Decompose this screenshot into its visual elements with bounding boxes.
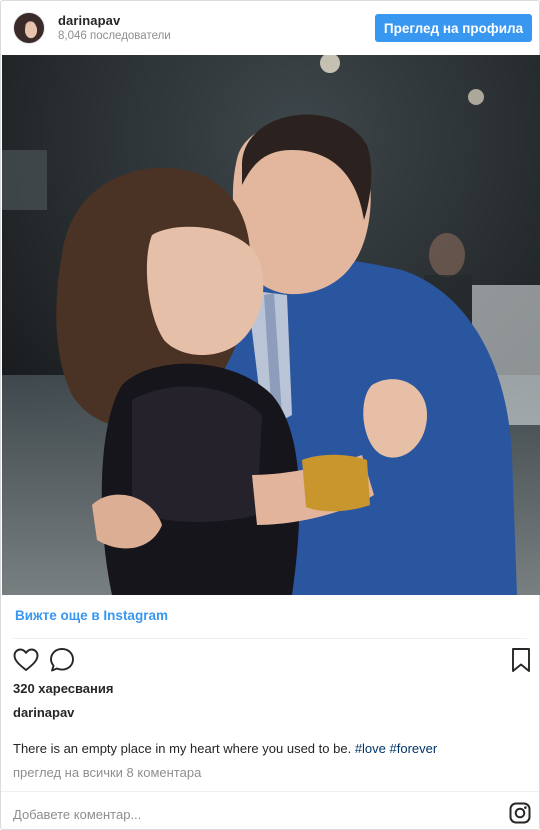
hashtag-link[interactable]: #forever bbox=[390, 741, 438, 756]
view-more-on-instagram-link[interactable]: Вижте още в Instagram bbox=[15, 608, 168, 623]
add-comment-input[interactable] bbox=[13, 805, 483, 823]
follower-count: 8,046 последователи bbox=[58, 30, 171, 42]
view-all-comments-link[interactable]: преглед на всички 8 коментара bbox=[13, 765, 201, 780]
avatar[interactable] bbox=[13, 12, 45, 44]
photo-illustration bbox=[2, 55, 540, 595]
instagram-embed-card: darinapav 8,046 последователи Преглед на… bbox=[0, 0, 540, 830]
bookmark-icon[interactable] bbox=[507, 646, 535, 674]
post-header: darinapav 8,046 последователи Преглед на… bbox=[1, 1, 540, 55]
comment-bubble-icon[interactable] bbox=[48, 646, 76, 674]
like-count[interactable]: 320 харесвания bbox=[13, 681, 113, 696]
header-username[interactable]: darinapav bbox=[58, 13, 120, 28]
instagram-logo-icon[interactable] bbox=[509, 802, 531, 824]
caption-username[interactable]: darinapav bbox=[13, 705, 74, 720]
action-bar bbox=[1, 645, 540, 675]
view-profile-button[interactable]: Преглед на профила bbox=[375, 14, 532, 42]
heart-icon[interactable] bbox=[12, 646, 40, 674]
post-photo[interactable] bbox=[2, 55, 540, 595]
caption-text: There is an empty place in my heart wher… bbox=[13, 741, 352, 756]
divider bbox=[13, 638, 527, 639]
hashtag-link[interactable]: #love bbox=[355, 741, 386, 756]
divider bbox=[1, 791, 539, 792]
post-caption: There is an empty place in my heart wher… bbox=[13, 741, 437, 756]
